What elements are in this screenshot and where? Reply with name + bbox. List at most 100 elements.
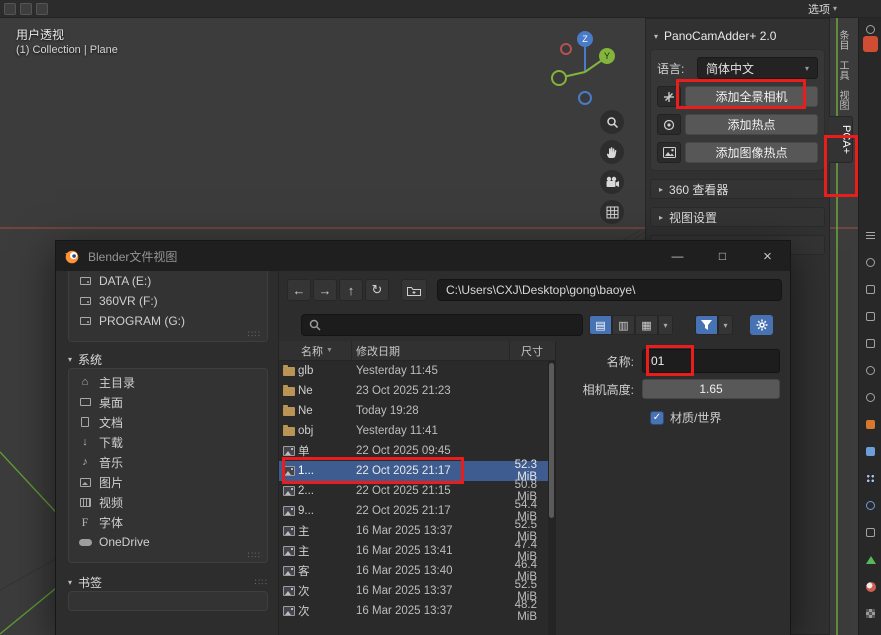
back-button[interactable]: ←: [287, 279, 311, 301]
active-highlight-icon[interactable]: [863, 36, 878, 51]
options-dropdown[interactable]: 选项 ▾: [802, 0, 843, 18]
panel-360-viewer[interactable]: ▸ 360 查看器: [650, 179, 825, 199]
view-mode-icon[interactable]: [20, 3, 32, 15]
search-input[interactable]: [301, 314, 583, 336]
hotspot-icon-button[interactable]: [657, 114, 681, 135]
display-horizontal-list-button[interactable]: ▥: [612, 315, 635, 335]
tab-pca[interactable]: PCA+: [829, 116, 853, 163]
new-folder-button[interactable]: [401, 279, 427, 301]
column-date[interactable]: 修改日期: [352, 341, 510, 360]
texture-tab-icon[interactable]: [863, 606, 878, 621]
zoom-tool-button[interactable]: [600, 110, 624, 134]
add-image-hotspot-button[interactable]: 添加图像热点: [685, 142, 818, 163]
settings-button[interactable]: [750, 315, 773, 335]
sidebar-item-music[interactable]: ♪ 音乐: [73, 452, 263, 472]
tab-tool[interactable]: 工具: [830, 56, 850, 84]
output-tab-icon[interactable]: [863, 309, 878, 324]
blender-logo-icon: [64, 248, 80, 264]
file-row[interactable]: Ne 23 Oct 2025 21:23: [279, 381, 549, 401]
display-vertical-list-button[interactable]: ▤: [589, 315, 612, 335]
panel-view-settings[interactable]: ▸ 视图设置: [650, 207, 825, 227]
sidebar-item-onedrive[interactable]: OneDrive: [73, 532, 263, 552]
image-icon-button[interactable]: [657, 142, 681, 163]
editor-type-icon[interactable]: [4, 3, 16, 15]
file-row[interactable]: obj Yesterday 11:41: [279, 421, 549, 441]
overlay-toggle-icon[interactable]: [36, 3, 48, 15]
file-row[interactable]: 9... 22 Oct 2025 21:17 54.4 MiB: [279, 501, 549, 521]
addon-panel-header[interactable]: ▾ PanoCamAdder+ 2.0: [646, 25, 829, 47]
outliner-filter-icon[interactable]: [863, 22, 878, 37]
refresh-button[interactable]: ↻: [365, 279, 389, 301]
view-layer-tab-icon[interactable]: [863, 336, 878, 351]
filter-options-chevron[interactable]: ▾: [718, 315, 733, 335]
camera-height-field[interactable]: 1.65: [642, 379, 780, 399]
file-row[interactable]: Ne Today 19:28: [279, 401, 549, 421]
up-button[interactable]: ↑: [339, 279, 363, 301]
drag-handle[interactable]: ∷∷: [73, 552, 263, 561]
file-browser-toolbar: ← → ↑ ↻ C:\Users\CXJ\Desktop\gong\baoye\: [279, 271, 790, 309]
properties-menu-icon[interactable]: [863, 228, 878, 243]
navigation-gizmo[interactable]: Z Y: [540, 25, 630, 115]
file-row[interactable]: 主 16 Mar 2025 13:37 52.5 MiB: [279, 521, 549, 541]
minimize-icon[interactable]: —: [655, 241, 700, 271]
drag-handle[interactable]: ∷∷: [255, 577, 268, 588]
tool-tab-icon[interactable]: [863, 255, 878, 270]
file-row[interactable]: glb Yesterday 11:45: [279, 361, 549, 381]
scene-tab-icon[interactable]: [863, 363, 878, 378]
file-row[interactable]: 单 22 Oct 2025 09:45: [279, 441, 549, 461]
tab-item[interactable]: 条目: [830, 26, 850, 54]
material-tab-icon[interactable]: [863, 579, 878, 594]
constraints-tab-icon[interactable]: [863, 525, 878, 540]
sidebar-item-downloads[interactable]: ↓ 下载: [73, 432, 263, 452]
column-size[interactable]: 尺寸: [510, 343, 555, 359]
path-input[interactable]: C:\Users\CXJ\Desktop\gong\baoye\: [437, 279, 782, 301]
file-row-selected[interactable]: 1... 22 Oct 2025 21:17 52.3 MiB: [279, 461, 549, 481]
camera-axes-icon-button[interactable]: [657, 86, 681, 107]
name-input[interactable]: 01: [642, 349, 780, 373]
file-list-scrollbar[interactable]: [548, 361, 555, 635]
sidebar-item-documents[interactable]: 文档: [73, 412, 263, 432]
modifiers-tab-icon[interactable]: [863, 444, 878, 459]
sidebar-item-pictures[interactable]: 图片: [73, 472, 263, 492]
sidebar-item-home[interactable]: ⌂ 主目录: [73, 372, 263, 392]
sidebar-item-desktop[interactable]: 桌面: [73, 392, 263, 412]
download-icon: ↓: [78, 436, 92, 448]
bookmarks-section-header[interactable]: ▾ 书签 ∷∷: [68, 573, 268, 591]
close-icon[interactable]: ×: [745, 241, 790, 271]
sidebar-item-videos[interactable]: 视频: [73, 492, 263, 512]
display-thumbnails-button[interactable]: ▦: [635, 315, 658, 335]
column-name[interactable]: 名称 ▼: [279, 341, 352, 360]
language-value: 简体中文: [706, 60, 754, 77]
language-dropdown[interactable]: 简体中文 ▾: [697, 57, 818, 79]
volume-item[interactable]: DATA (E:): [73, 271, 263, 291]
render-tab-icon[interactable]: [863, 282, 878, 297]
camera-view-button[interactable]: [600, 170, 624, 194]
sidebar-item-fonts[interactable]: F 字体: [73, 512, 263, 532]
maximize-icon[interactable]: □: [700, 241, 745, 271]
file-row[interactable]: 2... 22 Oct 2025 21:15 50.8 MiB: [279, 481, 549, 501]
pan-hand-button[interactable]: [600, 140, 624, 164]
forward-button[interactable]: →: [313, 279, 337, 301]
add-hotspot-button[interactable]: 添加热点: [685, 114, 818, 135]
physics-tab-icon[interactable]: [863, 498, 878, 513]
display-options-chevron[interactable]: ▾: [658, 315, 673, 335]
object-tab-icon[interactable]: [863, 417, 878, 432]
volume-item[interactable]: 360VR (F:): [73, 291, 263, 311]
dialog-titlebar[interactable]: Blender文件视图 — □ ×: [56, 241, 790, 271]
object-data-tab-icon[interactable]: [863, 552, 878, 567]
system-section-header[interactable]: ▾ 系统: [68, 350, 268, 368]
filter-button[interactable]: [695, 315, 718, 335]
file-row[interactable]: 主 16 Mar 2025 13:41 47.4 MiB: [279, 541, 549, 561]
drag-handle[interactable]: ∷∷: [73, 331, 263, 340]
material-world-checkbox[interactable]: ✓: [650, 411, 664, 425]
volume-item[interactable]: PROGRAM (G:): [73, 311, 263, 331]
particles-tab-icon[interactable]: [863, 471, 878, 486]
file-row[interactable]: 客 16 Mar 2025 13:40 46.4 MiB: [279, 561, 549, 581]
grid-ortho-button[interactable]: [600, 200, 624, 224]
file-row[interactable]: 次 16 Mar 2025 13:37 48.2 MiB: [279, 601, 549, 621]
tab-view[interactable]: 视图: [830, 86, 850, 114]
add-pano-camera-button[interactable]: 添加全景相机: [685, 86, 818, 107]
world-tab-icon[interactable]: [863, 390, 878, 405]
file-row[interactable]: 次 16 Mar 2025 13:37 52.5 MiB: [279, 581, 549, 601]
scrollbar-thumb[interactable]: [549, 363, 554, 518]
